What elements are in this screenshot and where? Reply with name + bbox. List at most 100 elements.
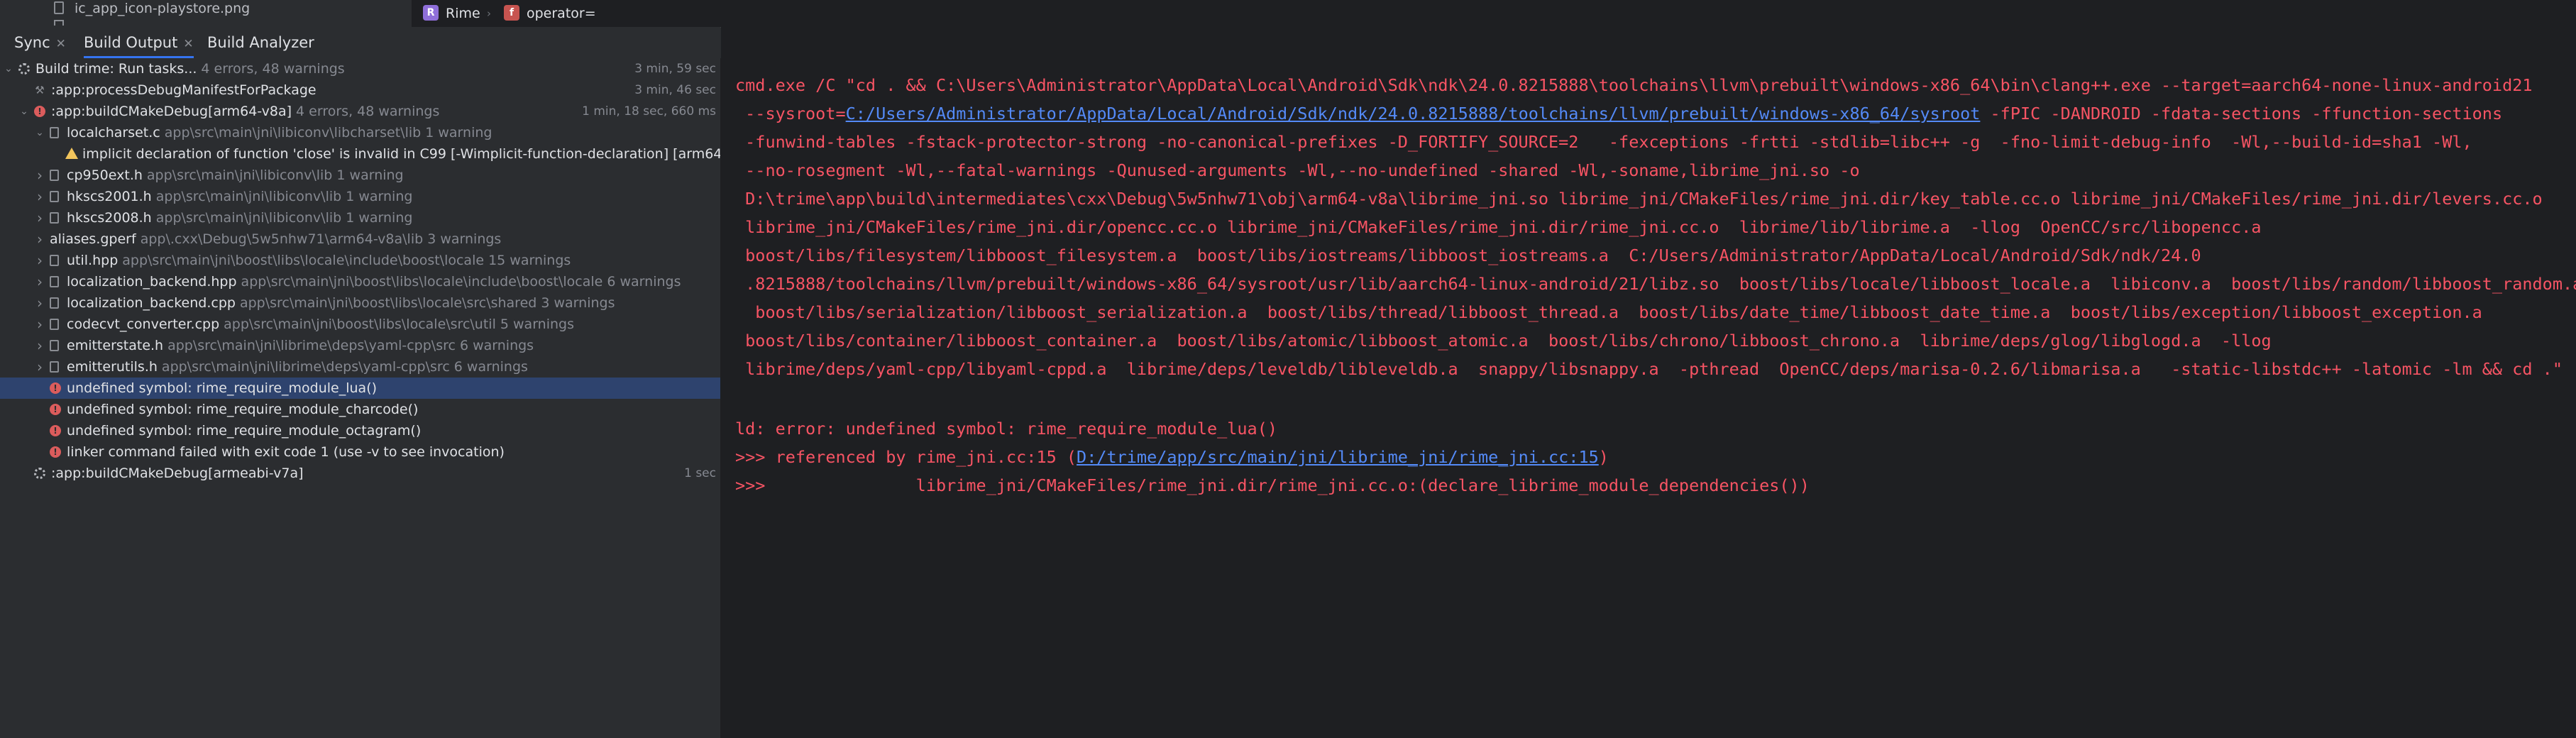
- tree-row-label: codecvt_converter.cpp: [67, 316, 220, 332]
- console-line: boost/libs/filesystem/libboost_filesyste…: [735, 246, 2201, 265]
- console-line: >>> referenced by rime_jni.cc:15 (D:/tri…: [735, 443, 1609, 471]
- tree-row[interactable]: :app:buildCMakeDebug[armeabi-v7a] 1 sec: [0, 463, 720, 484]
- chevron-right-icon[interactable]: ›: [34, 207, 45, 228]
- tree-row-text: Build trime: Run tasks... 4 errors, 48 wa…: [35, 58, 345, 79]
- tree-row-label: :app:buildCMakeDebug[arm64-v8a]: [51, 104, 292, 119]
- tree-row-label: hkscs2008.h: [67, 210, 152, 226]
- tree-row[interactable]: › aliases.gperf app\.cxx\Debug\5w5nhw71\ar…: [0, 228, 720, 250]
- tree-row-text: :app:processDebugManifestForPackage: [51, 79, 317, 101]
- tree-row-detail: app\.cxx\Debug\5w5nhw71\arm64-v8a\lib 3 …: [140, 231, 502, 247]
- tree-row[interactable]: › localization_backend.cpp app\src\main\jn…: [0, 292, 720, 314]
- tree-row[interactable]: ⌄!:app:buildCMakeDebug[arm64-v8a] 4 error…: [0, 101, 720, 122]
- tree-row[interactable]: ⚒ :app:processDebugManifestForPackage 3 mi…: [0, 79, 720, 101]
- tree-row-label: implicit declaration of function 'close'…: [82, 146, 721, 162]
- tree-row-label: undefined symbol: rime_require_module_lu…: [67, 380, 378, 396]
- close-icon[interactable]: ✕: [183, 37, 193, 51]
- chevron-down-icon[interactable]: ⌄: [3, 58, 14, 79]
- top-strip: ic_app_icon-playstore.png R Rime › f ope…: [0, 0, 2576, 28]
- tree-row[interactable]: implicit declaration of function 'close'…: [0, 143, 720, 165]
- tree-row[interactable]: › cp950ext.h app\src\main\jni\libiconv\lib…: [0, 165, 720, 186]
- tree-row[interactable]: ! undefined symbol: rime_require_module_c…: [0, 399, 720, 420]
- class-icon: R: [423, 5, 439, 21]
- chevron-right-icon[interactable]: ›: [34, 292, 45, 314]
- tree-row[interactable]: ⌄ Build trime: Run tasks... 4 errors, 48 w…: [0, 58, 720, 79]
- chevron-right-icon[interactable]: ›: [34, 356, 45, 378]
- file-icon: [50, 319, 59, 330]
- tab-build-output[interactable]: Build Output ✕: [84, 27, 194, 58]
- tree-row-text: localization_backend.cpp app\src\main\jni…: [67, 292, 615, 314]
- tree-row-time: 1 sec: [684, 466, 716, 480]
- hammer-icon: ⚒: [35, 84, 45, 97]
- file-icon: [50, 276, 59, 287]
- tree-row-detail: app\src\main\jni\boost\libs\locale\inclu…: [241, 274, 681, 290]
- tree-row[interactable]: › codecvt_converter.cpp app\src\main\jni\b…: [0, 314, 720, 335]
- spinner-icon: [34, 468, 45, 479]
- console-line: D:\trime\app\build\intermediates\cxx\Deb…: [735, 189, 2543, 209]
- tree-row-time: 3 min, 46 sec: [634, 83, 716, 97]
- tree-row-detail: app\src\main\jni\boost\libs\locale\src\s…: [239, 295, 615, 311]
- tree-row-label: localization_backend.cpp: [67, 295, 236, 311]
- console-line: --sysroot=C:/Users/Administrator/AppData…: [735, 99, 2502, 128]
- tree-row[interactable]: ⌄ localcharset.c app\src\main\jni\libiconv…: [0, 122, 720, 143]
- build-console[interactable]: cmd.exe /C "cd . && C:\Users\Administrat…: [721, 27, 2576, 738]
- tree-row-text: aliases.gperf app\.cxx\Debug\5w5nhw71\arm…: [50, 228, 501, 250]
- console-text: ): [1598, 447, 1609, 467]
- tree-row-time: 3 min, 59 sec: [634, 62, 716, 76]
- project-file-name: ic_app_icon-playstore.png: [75, 1, 251, 16]
- project-file-row[interactable]: ic_app_icon-playstore.png: [0, 0, 412, 26]
- tree-row-label: localcharset.c: [67, 125, 160, 141]
- tree-row[interactable]: ! undefined symbol: rime_require_module_o…: [0, 420, 720, 441]
- tree-row-label: localization_backend.hpp: [67, 274, 237, 290]
- tree-row[interactable]: › hkscs2001.h app\src\main\jni\libiconv\li…: [0, 186, 720, 207]
- chevron-right-icon[interactable]: ›: [34, 271, 45, 292]
- chevron-right-icon[interactable]: ›: [34, 228, 45, 250]
- chevron-right-icon[interactable]: ›: [34, 314, 45, 335]
- tree-row-detail: app\src\main\jni\librime\deps\yaml-cpp\s…: [167, 338, 534, 353]
- chevron-right-icon[interactable]: ›: [34, 335, 45, 356]
- tab-sync-label: Sync: [14, 34, 50, 51]
- tree-row[interactable]: › localization_backend.hpp app\src\main\jn…: [0, 271, 720, 292]
- chevron-right-icon[interactable]: ›: [34, 165, 45, 186]
- breadcrumb-function[interactable]: operator=: [527, 5, 596, 22]
- tree-row-text: cp950ext.h app\src\main\jni\libiconv\lib …: [67, 165, 404, 186]
- sysroot-link[interactable]: C:/Users/Administrator/AppData/Local/And…: [846, 104, 1981, 123]
- tree-row[interactable]: › hkscs2008.h app\src\main\jni\libiconv\li…: [0, 207, 720, 228]
- console-error-line: ld: error: undefined symbol: rime_requir…: [735, 419, 1278, 439]
- tree-row-label: emitterstate.h: [67, 338, 164, 353]
- file-icon: [50, 340, 59, 351]
- tree-row[interactable]: › util.hpp app\src\main\jni\boost\libs\loc…: [0, 250, 720, 271]
- error-icon: !: [34, 106, 45, 117]
- tree-row-label: util.hpp: [67, 253, 119, 268]
- tab-build-analyzer-label: Build Analyzer: [207, 34, 314, 51]
- tree-row-text: implicit declaration of function 'close'…: [82, 143, 721, 165]
- console-line: -funwind-tables -fstack-protector-strong…: [735, 132, 2472, 152]
- tree-row-text: hkscs2008.h app\src\main\jni\libiconv\lib…: [67, 207, 412, 228]
- tree-row-label: undefined symbol: rime_require_module_oc…: [67, 423, 422, 439]
- file-icon: [54, 20, 64, 26]
- tab-build-analyzer[interactable]: Build Analyzer: [207, 27, 314, 58]
- chevron-right-icon[interactable]: ›: [34, 250, 45, 271]
- console-line: --no-rosegment -Wl,--fatal-warnings -Qun…: [735, 160, 1860, 180]
- tree-row-text: codecvt_converter.cpp app\src\main\jni\bo…: [67, 314, 574, 335]
- error-icon: !: [50, 425, 61, 436]
- tree-row-detail: app\src\main\jni\libiconv\libcharset\lib…: [164, 125, 492, 141]
- console-line: librime_jni/CMakeFiles/rime_jni.dir/open…: [735, 217, 2262, 237]
- tree-row[interactable]: ! undefined symbol: rime_require_module_l…: [0, 378, 720, 399]
- tree-row-detail: app\src\main\jni\libiconv\lib 1 warning: [155, 210, 413, 226]
- chevron-down-icon[interactable]: ⌄: [18, 101, 30, 122]
- source-link[interactable]: D:/trime/app/src/main/jni/librime_jni/ri…: [1077, 447, 1599, 467]
- file-icon: [50, 191, 59, 202]
- tree-row-label: hkscs2001.h: [67, 189, 152, 204]
- tree-row-detail: app\src\main\jni\librime\deps\yaml-cpp\s…: [161, 359, 528, 375]
- chevron-down-icon[interactable]: ⌄: [34, 122, 45, 143]
- tree-row[interactable]: › emitterstate.h app\src\main\jni\librime\…: [0, 335, 720, 356]
- chevron-right-icon[interactable]: ›: [34, 186, 45, 207]
- breadcrumb-class[interactable]: Rime: [446, 5, 480, 22]
- image-file-icon: [54, 1, 64, 14]
- tab-build-output-label: Build Output: [84, 34, 178, 51]
- tab-sync[interactable]: Sync ✕: [14, 27, 66, 58]
- tree-row[interactable]: ! linker command failed with exit code 1 …: [0, 441, 720, 463]
- close-icon[interactable]: ✕: [56, 37, 66, 51]
- tree-row[interactable]: › emitterutils.h app\src\main\jni\librime\…: [0, 356, 720, 378]
- tree-row-text: undefined symbol: rime_require_module_ch…: [67, 399, 418, 420]
